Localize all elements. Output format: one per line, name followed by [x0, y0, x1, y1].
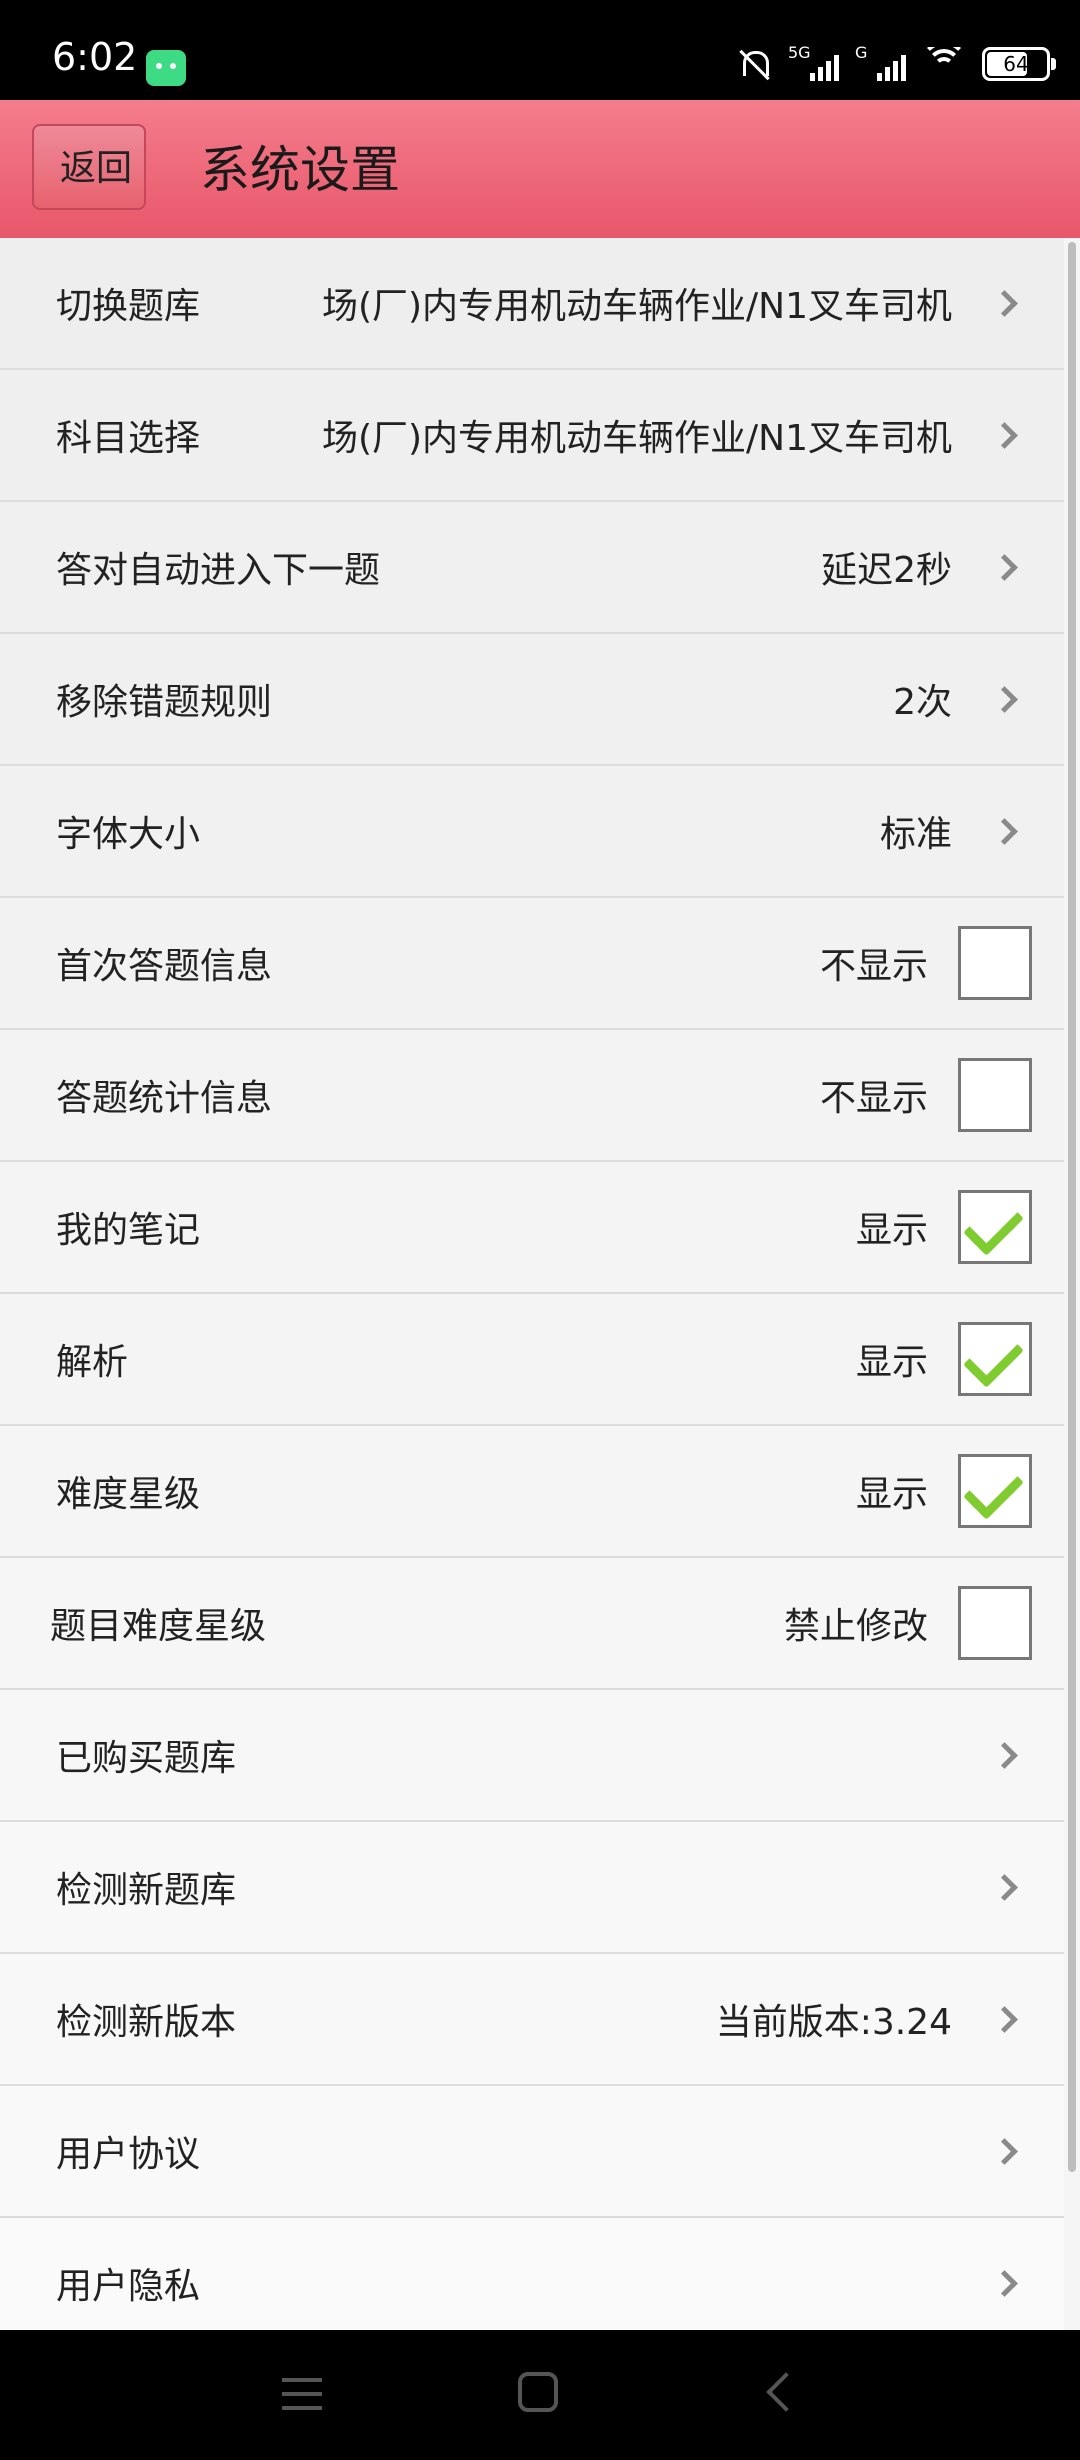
- settings-row-value: 不显示: [819, 946, 928, 987]
- settings-list: 切换题库 场(厂)内专用机动车辆作业/N1叉车司机 科目选择 场(厂)内专用机动车辆作…: [0, 238, 1064, 2350]
- checkmark-icon: [963, 1195, 1024, 1256]
- settings-row-label: 首次答题信息: [56, 946, 273, 987]
- chevron-right-icon: [991, 2005, 1018, 2033]
- checkbox[interactable]: [958, 1190, 1032, 1264]
- settings-row[interactable]: 已购买题库: [0, 1690, 1064, 1822]
- settings-row-label: 答题统计信息: [56, 1078, 273, 1119]
- chevron-right-icon: [991, 2137, 1018, 2165]
- back-icon[interactable]: [766, 2372, 806, 2412]
- checkbox[interactable]: [958, 926, 1032, 1000]
- settings-row-label: 检测新题库: [56, 1870, 237, 1911]
- settings-row[interactable]: 检测新题库: [0, 1822, 1064, 1954]
- settings-row-label: 难度星级: [56, 1474, 201, 1515]
- settings-row-label: 解析: [56, 1342, 129, 1383]
- battery-level: 64: [1003, 52, 1029, 76]
- settings-row-value: 延迟2秒: [821, 550, 952, 591]
- signal-icon-2: G: [855, 43, 906, 81]
- mute-icon: [738, 47, 772, 81]
- settings-row-label: 字体大小: [56, 814, 201, 855]
- chevron-right-icon: [991, 685, 1018, 713]
- menu-icon[interactable]: [282, 2378, 322, 2410]
- settings-row-label: 题目难度星级: [50, 1606, 267, 1647]
- settings-row-label: 用户隐私: [56, 2266, 201, 2307]
- chevron-right-icon: [991, 421, 1018, 449]
- status-bar: 6:02 5G G 64: [0, 0, 1080, 100]
- settings-row-value: 标准: [879, 814, 952, 855]
- settings-row-label: 已购买题库: [56, 1738, 237, 1779]
- checkbox[interactable]: [958, 1058, 1032, 1132]
- settings-row-value: 显示: [855, 1210, 928, 1251]
- settings-row[interactable]: 答对自动进入下一题 延迟2秒: [0, 502, 1064, 634]
- settings-row-label: 科目选择: [56, 418, 201, 459]
- settings-row[interactable]: 检测新版本 当前版本:3.24: [0, 1954, 1064, 2086]
- settings-row[interactable]: 首次答题信息 不显示: [0, 898, 1064, 1030]
- home-icon[interactable]: [518, 2372, 558, 2412]
- settings-row-value: 当前版本:3.24: [715, 2002, 952, 2043]
- settings-row-label: 我的笔记: [56, 1210, 201, 1251]
- checkbox[interactable]: [958, 1586, 1032, 1660]
- app-header: 返回 系统设置: [0, 100, 1080, 238]
- settings-row-value: 场(厂)内专用机动车辆作业/N1叉车司机: [321, 286, 952, 327]
- chevron-right-icon: [991, 553, 1018, 581]
- settings-row[interactable]: 我的笔记 显示: [0, 1162, 1064, 1294]
- settings-row[interactable]: 字体大小 标准: [0, 766, 1064, 898]
- page-title: 系统设置: [200, 141, 400, 199]
- settings-row-value: 场(厂)内专用机动车辆作业/N1叉车司机: [321, 418, 952, 459]
- chevron-right-icon: [991, 1873, 1018, 1901]
- settings-row-value: 显示: [855, 1474, 928, 1515]
- settings-row[interactable]: 科目选择 场(厂)内专用机动车辆作业/N1叉车司机: [0, 370, 1064, 502]
- android-icon: [146, 50, 186, 86]
- back-button[interactable]: 返回: [32, 124, 146, 210]
- wifi-icon: [922, 47, 966, 81]
- settings-row-label: 移除错题规则: [56, 682, 273, 723]
- checkbox[interactable]: [958, 1454, 1032, 1528]
- network-type-label: 5G: [788, 43, 811, 62]
- status-time: 6:02: [52, 35, 138, 79]
- chevron-right-icon: [991, 289, 1018, 317]
- network-type-label-2: G: [855, 43, 868, 62]
- settings-row[interactable]: 难度星级 显示: [0, 1426, 1064, 1558]
- scrollbar[interactable]: [1068, 242, 1076, 2172]
- settings-row[interactable]: 移除错题规则 2次: [0, 634, 1064, 766]
- settings-row[interactable]: 切换题库 场(厂)内专用机动车辆作业/N1叉车司机: [0, 238, 1064, 370]
- settings-row-label: 切换题库: [56, 286, 201, 327]
- chevron-right-icon: [991, 1741, 1018, 1769]
- chevron-right-icon: [991, 817, 1018, 845]
- settings-row-label: 用户协议: [56, 2134, 201, 2175]
- settings-row-value: 显示: [855, 1342, 928, 1383]
- checkmark-icon: [963, 1459, 1024, 1520]
- settings-row[interactable]: 用户协议: [0, 2086, 1064, 2218]
- battery-icon: 64: [982, 47, 1056, 81]
- settings-row-value: 2次: [893, 682, 952, 723]
- checkmark-icon: [963, 1327, 1024, 1388]
- settings-row-label: 答对自动进入下一题: [56, 550, 381, 591]
- settings-row[interactable]: 题目难度星级 禁止修改: [0, 1558, 1064, 1690]
- settings-row-label: 检测新版本: [56, 2002, 237, 2043]
- settings-row[interactable]: 解析 显示: [0, 1294, 1064, 1426]
- settings-row-value: 禁止修改: [783, 1606, 928, 1647]
- settings-row[interactable]: 答题统计信息 不显示: [0, 1030, 1064, 1162]
- navigation-bar: [0, 2330, 1080, 2460]
- settings-row-value: 不显示: [819, 1078, 928, 1119]
- signal-icon: 5G: [788, 43, 839, 81]
- chevron-right-icon: [991, 2269, 1018, 2297]
- checkbox[interactable]: [958, 1322, 1032, 1396]
